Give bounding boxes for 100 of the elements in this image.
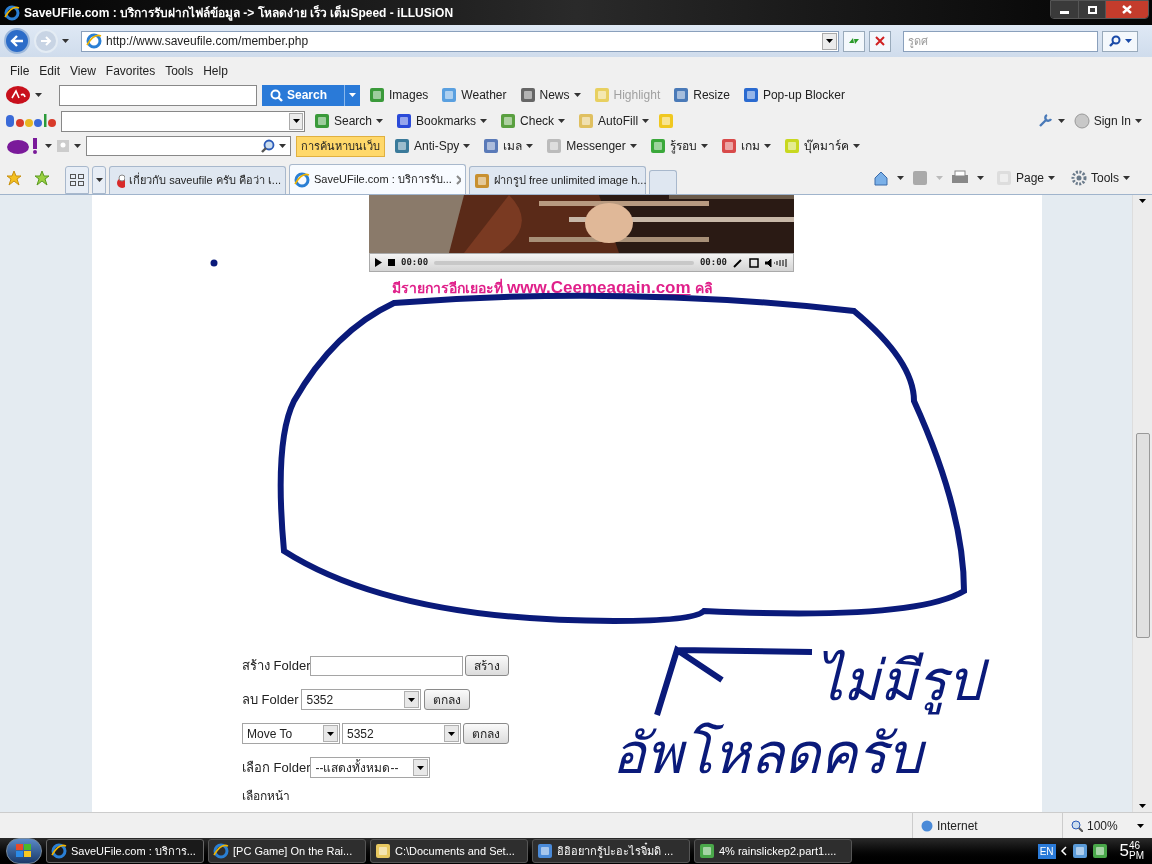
caret-icon[interactable]	[1057, 119, 1065, 123]
web-search-button[interactable]: การค้นหาบนเว็บ	[296, 135, 385, 157]
form-button[interactable]: ตกลง	[463, 723, 509, 744]
toolbar-button[interactable]: Bookmarks	[392, 110, 492, 132]
caret-icon[interactable]	[573, 93, 581, 97]
caret-icon[interactable]	[526, 144, 534, 148]
search-field[interactable]: รูดศ	[903, 30, 1098, 52]
caret-icon[interactable]	[417, 765, 425, 770]
taskbar-button[interactable]: C:\Documents and Set...	[370, 839, 528, 863]
caret-icon[interactable]	[826, 39, 833, 43]
caret-icon[interactable]	[327, 731, 334, 736]
fullscreen-icon[interactable]	[749, 257, 759, 268]
toolbar-button[interactable]: Anti-Spy	[390, 135, 475, 157]
toolbar-button[interactable]: AutoFill	[574, 110, 654, 132]
caret-icon[interactable]	[292, 119, 300, 123]
scrollbar-thumb[interactable]	[1135, 433, 1150, 638]
search-button[interactable]: Search	[262, 84, 360, 106]
toolbar-button[interactable]: Sign In	[1069, 110, 1146, 132]
toolbar-button[interactable]: Resize	[669, 84, 734, 106]
menu-item[interactable]: Favorites	[101, 62, 160, 80]
tab-list-button[interactable]	[92, 166, 106, 194]
chevron-left-icon[interactable]	[1059, 846, 1068, 856]
printer-icon[interactable]	[950, 169, 969, 186]
browser-tab[interactable]: ฝากรูป free unlimited image h...	[469, 166, 646, 194]
caret-icon[interactable]	[896, 175, 904, 180]
caret-icon[interactable]	[1123, 175, 1130, 180]
menu-item[interactable]: Tools	[161, 62, 198, 80]
caret-icon[interactable]	[95, 178, 103, 182]
caret-icon[interactable]	[1139, 199, 1146, 203]
toolbar-button[interactable]: บุ๊คมาร์ค	[779, 135, 864, 157]
toolbar-button[interactable]: News	[515, 84, 585, 106]
menu-item[interactable]: File	[6, 62, 34, 80]
add-favorite-icon[interactable]	[34, 169, 50, 186]
toolbar-button[interactable]: Pop-up Blocker	[738, 84, 849, 106]
caret-icon[interactable]	[1135, 119, 1142, 123]
home-icon[interactable]	[872, 169, 889, 186]
scrollbar[interactable]	[1132, 195, 1152, 812]
caret-icon[interactable]	[700, 144, 708, 148]
caret-icon[interactable]	[852, 144, 860, 148]
form-button[interactable]: ตกลง	[424, 689, 471, 710]
toolbar-button[interactable]: เมล	[479, 135, 538, 157]
caret-icon[interactable]	[1137, 823, 1144, 828]
folder-name-field[interactable]	[310, 655, 464, 676]
caret-icon[interactable]	[463, 144, 471, 148]
folder-select[interactable]: 5352	[342, 723, 461, 744]
caret-icon[interactable]	[376, 119, 384, 123]
caret-icon[interactable]	[74, 144, 81, 148]
toolbar-button[interactable]: เกม	[716, 135, 775, 157]
search-field[interactable]	[86, 136, 291, 156]
menu-item[interactable]: Help	[199, 62, 232, 80]
taskbar-button[interactable]: SaveUFile.com : บริการ...	[46, 839, 204, 863]
minimize-button[interactable]	[1051, 1, 1078, 18]
caret-icon[interactable]	[62, 39, 69, 43]
browser-tab[interactable]: SaveUFile.com : บริการรับ...	[289, 164, 466, 194]
caret-icon[interactable]	[1139, 804, 1146, 808]
caret-icon[interactable]	[480, 119, 488, 123]
toolbar-button[interactable]: Tools	[1067, 166, 1134, 189]
toolbar-button[interactable]: Images	[365, 84, 433, 106]
close-button[interactable]	[1105, 1, 1148, 18]
caret-icon[interactable]	[642, 119, 650, 123]
quick-tabs-button[interactable]	[65, 166, 89, 194]
back-button[interactable]	[4, 28, 30, 54]
caret-icon[interactable]	[408, 697, 416, 702]
menu-item[interactable]: Edit	[35, 62, 65, 80]
caret-icon[interactable]	[448, 731, 455, 736]
caret-icon[interactable]	[35, 93, 42, 97]
browser-tab[interactable]: เกี่ยวกับ saveufile ครับ คือว่า เ...	[109, 166, 286, 194]
folder-select[interactable]: --แสดงทั้งหมด--	[310, 757, 431, 778]
taskbar-button[interactable]: [PC Game] On the Rai...	[208, 839, 366, 863]
taskbar-button[interactable]: อิอิอยากรู้ปะอะไรจิ๋มดิ ...	[532, 839, 690, 863]
toolbar-button[interactable]: Search	[310, 110, 388, 132]
play-icon[interactable]	[374, 258, 382, 267]
close-tab-icon[interactable]	[455, 174, 461, 185]
taskbar-button[interactable]: 4% rainslickep2.part1....	[694, 839, 852, 863]
stop-button[interactable]	[869, 30, 891, 52]
favorites-star-icon[interactable]	[6, 169, 22, 186]
promo-link[interactable]: www.Ceemeagain.com	[507, 275, 691, 301]
folder-select[interactable]: 5352	[301, 689, 422, 710]
toolbar-button[interactable]: Weather	[437, 84, 511, 106]
toolbar-button[interactable]: Check	[496, 110, 570, 132]
caret-icon[interactable]	[1124, 39, 1132, 43]
search-field[interactable]	[59, 84, 257, 106]
start-button[interactable]	[6, 838, 42, 864]
language-indicator[interactable]: EN	[1037, 843, 1056, 859]
toolbar-button[interactable]: Page	[991, 166, 1059, 189]
caret-icon[interactable]	[763, 144, 771, 148]
search-field[interactable]	[61, 110, 305, 132]
caret-icon[interactable]	[279, 144, 286, 148]
volume-icon[interactable]	[765, 257, 789, 268]
caret-icon[interactable]	[976, 175, 984, 180]
caret-icon[interactable]	[558, 119, 566, 123]
refresh-button[interactable]	[843, 30, 865, 52]
restore-button[interactable]	[1078, 1, 1105, 18]
search-button[interactable]	[1102, 30, 1138, 52]
toolbar-button[interactable]: รู้รอบ	[645, 135, 712, 157]
form-button[interactable]: สร้าง	[465, 655, 510, 676]
address-field[interactable]: http://www.saveufile.com/member.php	[81, 30, 839, 52]
action-select[interactable]: Move To	[242, 723, 340, 744]
menu-item[interactable]: View	[66, 62, 100, 80]
caret-icon[interactable]	[1048, 175, 1055, 180]
